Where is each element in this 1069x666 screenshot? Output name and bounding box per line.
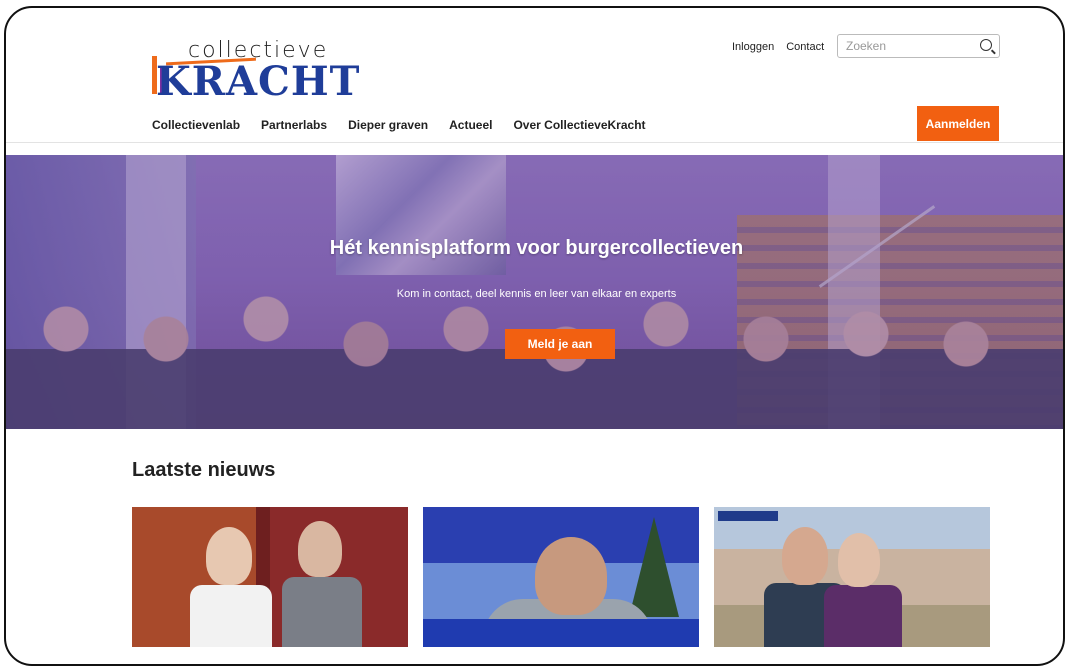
photo-person — [190, 585, 272, 647]
search-input[interactable] — [838, 39, 984, 53]
news-card[interactable] — [714, 507, 990, 647]
photo-person — [838, 533, 880, 587]
site-logo[interactable]: collectieve KRACHT — [152, 38, 359, 108]
photo-person — [824, 585, 902, 647]
nav-item-collectievenlab[interactable]: Collectievenlab — [152, 118, 240, 132]
photo-person — [206, 527, 252, 585]
top-links: Inloggen Contact — [732, 41, 824, 53]
photo-person — [535, 537, 607, 615]
photo-person — [282, 577, 362, 647]
nav-item-dieper-graven[interactable]: Dieper graven — [348, 118, 428, 132]
nav-item-actueel[interactable]: Actueel — [449, 118, 492, 132]
news-card[interactable] — [132, 507, 408, 647]
nav-item-over[interactable]: Over CollectieveKracht — [513, 118, 645, 132]
signup-button[interactable]: Aanmelden — [917, 106, 999, 141]
header-divider — [6, 142, 1063, 143]
photo-sign — [718, 511, 778, 521]
photo-caption-bar — [423, 619, 699, 647]
photo-person — [782, 527, 828, 585]
nav-item-partnerlabs[interactable]: Partnerlabs — [261, 118, 327, 132]
search-icon[interactable] — [980, 39, 992, 51]
hero-banner: Hét kennisplatform voor burgercollectiev… — [6, 155, 1063, 429]
hero-title: Hét kennisplatform voor burgercollectiev… — [329, 237, 744, 259]
search-box — [837, 34, 1000, 58]
hero-subtitle: Kom in contact, deel kennis en leer van … — [396, 288, 677, 300]
news-section-title: Laatste nieuws — [132, 459, 276, 481]
browser-frame: collectieve KRACHT Inloggen Contact Coll… — [4, 6, 1065, 666]
photo-tree — [629, 517, 679, 617]
main-nav: Collectievenlab Partnerlabs Dieper grave… — [152, 118, 646, 132]
logo-main-text: KRACHT — [156, 58, 361, 105]
login-link[interactable]: Inloggen — [732, 41, 774, 53]
news-card[interactable] — [423, 507, 699, 647]
hero-cta-button[interactable]: Meld je aan — [505, 329, 615, 359]
photo-person — [298, 521, 342, 577]
contact-link[interactable]: Contact — [786, 41, 824, 53]
